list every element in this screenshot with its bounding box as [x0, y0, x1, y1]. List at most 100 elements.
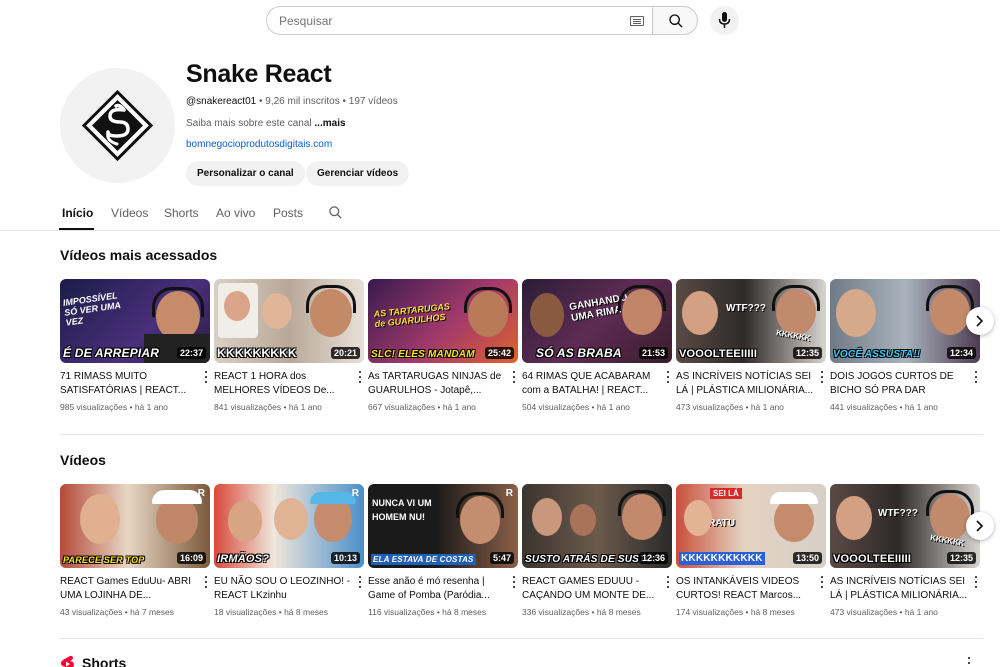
tab-posts[interactable]: Posts	[273, 206, 303, 220]
video-views: 985 visualizações	[60, 402, 128, 412]
video-views: 336 visualizações	[522, 607, 590, 617]
video-thumbnail[interactable]: SUSTO ATRÁS DE SUSTO! 12:36	[522, 484, 672, 568]
manage-videos-button[interactable]: Gerenciar vídeos	[306, 161, 410, 186]
video-thumbnail[interactable]: IMPOSSÍVEL SÓ VER UMA VEZ É DE ARREPIAR …	[60, 279, 210, 363]
channel-external-link[interactable]: bomnegocioprodutosdigitais.com	[186, 139, 332, 150]
video-thumbnail[interactable]: GANHANDO UMA RIMA SÓ AS BRABA 21:53	[522, 279, 672, 363]
more-vert-icon[interactable]	[356, 576, 364, 590]
video-thumbnail[interactable]: R PARECE SER TOP 16:09	[60, 484, 210, 568]
video-thumbnail[interactable]: WTF??? KKKKKK VOOOLTEEIIIII 12:35	[676, 279, 826, 363]
tab-videos[interactable]: Vídeos	[111, 206, 148, 220]
video-title[interactable]: AS INCRÍVEIS NOTÍCIAS SEI LÁ | PLÁSTICA …	[830, 575, 980, 603]
video-card[interactable]: KKKKKKKKK 20:21 REACT 1 HORA dos MELHORE…	[214, 279, 364, 412]
video-title[interactable]: REACT Games EduUu- ABRI UMA LOJINHA DE..…	[60, 575, 210, 603]
video-card[interactable]: R PARECE SER TOP 16:09 REACT Games EduUu…	[60, 484, 210, 617]
section-title-videos: Vídeos	[60, 452, 106, 468]
video-card[interactable]: SEI LÁ TRATU KKKKKKKKKKK 13:50 OS INTANK…	[676, 484, 826, 617]
more-vert-icon[interactable]	[510, 576, 518, 590]
video-meta: 18 visualizações • há 8 meses	[214, 607, 329, 617]
channel-watermark: R	[197, 488, 205, 499]
about-more-link[interactable]: ...mais	[314, 118, 345, 129]
more-vert-icon[interactable]	[965, 657, 973, 667]
video-meta: 667 visualizações • há 1 ano	[368, 402, 476, 412]
more-vert-icon[interactable]	[356, 371, 364, 385]
more-vert-icon[interactable]	[818, 576, 826, 590]
video-title[interactable]: 71 RIMASS MUITO SATISFATÓRIAS | REACT...	[60, 370, 210, 398]
thumbnail-caption: PARECE SER TOP	[63, 555, 145, 565]
more-vert-icon[interactable]	[664, 371, 672, 385]
channel-about[interactable]: Saiba mais sobre este canal ...mais	[186, 118, 346, 129]
carousel-next-button[interactable]	[966, 307, 994, 335]
more-vert-icon[interactable]	[972, 371, 980, 385]
video-thumbnail[interactable]: WTF??? KKKKKK VOOOLTEEIIIII 12:35	[830, 484, 980, 568]
more-vert-icon[interactable]	[972, 576, 980, 590]
video-age: há 1 ano	[134, 402, 168, 412]
more-vert-icon[interactable]	[510, 371, 518, 385]
video-thumbnail[interactable]: AS TARTARUGAS de GUARULHOS SLC! ELES MAN…	[368, 279, 518, 363]
channel-name: Snake React	[186, 60, 332, 88]
video-thumbnail[interactable]: VOCÊ ASSUSTA!! 12:34	[830, 279, 980, 363]
thumbnail-face	[836, 289, 876, 337]
keyboard-icon[interactable]	[630, 16, 644, 26]
search-icon[interactable]	[328, 205, 343, 220]
more-vert-icon[interactable]	[202, 576, 210, 590]
channel-avatar[interactable]	[60, 68, 175, 183]
video-duration: 5:47	[489, 552, 514, 564]
customize-channel-button[interactable]: Personalizar o canal	[186, 161, 305, 186]
chevron-right-icon	[976, 520, 984, 532]
video-age: há 1 ano	[750, 402, 784, 412]
video-card[interactable]: IMPOSSÍVEL SÓ VER UMA VEZ É DE ARREPIAR …	[60, 279, 210, 412]
thumbnail-face	[80, 494, 120, 544]
thumbnail-caption: SUSTO ATRÁS DE SUSTO!	[525, 554, 657, 565]
channel-handle: @snakereact01	[186, 96, 257, 107]
tab-shorts[interactable]: Shorts	[164, 206, 199, 220]
carousel-next-button[interactable]	[966, 512, 994, 540]
more-vert-icon[interactable]	[202, 371, 210, 385]
video-age: há 1 ano	[904, 402, 938, 412]
video-card[interactable]: WTF??? KKKKKK VOOOLTEEIIIII 12:35 AS INC…	[676, 279, 826, 412]
video-title[interactable]: AS INCRÍVEIS NOTÍCIAS SEI LÁ | PLÁSTICA …	[676, 370, 826, 398]
active-tab-indicator	[59, 228, 94, 230]
mic-icon	[718, 12, 731, 28]
thumbnail-caption: ELA ESTAVA DE COSTAS	[371, 554, 476, 565]
voice-search-button[interactable]	[710, 6, 739, 35]
video-card[interactable]: VOCÊ ASSUSTA!! 12:34 DOIS JOGOS CURTOS D…	[830, 279, 980, 412]
video-title[interactable]: OS INTANKÁVEIS VIDEOS CURTOS! REACT Marc…	[676, 575, 826, 603]
video-meta: 43 visualizações • há 7 meses	[60, 607, 175, 617]
search-input[interactable]	[279, 14, 609, 28]
video-thumbnail[interactable]: R IRMÃOS? 10:13	[214, 484, 364, 568]
thumbnail-headset	[926, 285, 974, 311]
video-thumbnail[interactable]: KKKKKKKKK 20:21	[214, 279, 364, 363]
tab-live[interactable]: Ao vivo	[216, 206, 255, 220]
video-views: 841 visualizações	[214, 402, 282, 412]
video-card[interactable]: SUSTO ATRÁS DE SUSTO! 12:36 REACT GAMES …	[522, 484, 672, 617]
video-title[interactable]: DOIS JOGOS CURTOS DE BICHO SÓ PRA DAR SU…	[830, 370, 980, 398]
thumbnail-caption: SLC! ELES MANDAM	[371, 349, 475, 360]
more-vert-icon[interactable]	[818, 371, 826, 385]
search-box[interactable]	[266, 6, 653, 35]
video-thumbnail[interactable]: NUNCA VI UM HOMEM NU! R ELA ESTAVA DE CO…	[368, 484, 518, 568]
thumbnail-headset	[772, 285, 820, 311]
video-title[interactable]: EU NÃO SOU O LEOZINHO! - REACT LKzinhu	[214, 575, 364, 603]
more-vert-icon[interactable]	[664, 576, 672, 590]
video-duration: 16:09	[176, 552, 206, 564]
video-title[interactable]: REACT 1 HORA dos MELHORES VÍDEOS De...	[214, 370, 364, 398]
video-title[interactable]: 64 RIMAS QUE ACABARAM com a BATALHA! | R…	[522, 370, 672, 398]
video-card[interactable]: R IRMÃOS? 10:13 EU NÃO SOU O LEOZINHO! -…	[214, 484, 364, 617]
video-card[interactable]: GANHANDO UMA RIMA SÓ AS BRABA 21:53 64 R…	[522, 279, 672, 412]
video-duration: 12:36	[638, 552, 668, 564]
video-card[interactable]: WTF??? KKKKKK VOOOLTEEIIIII 12:35 AS INC…	[830, 484, 980, 617]
video-title[interactable]: As TARTARUGAS NINJAS de GUARULHOS - Jota…	[368, 370, 518, 398]
thumbnail-face	[228, 500, 262, 542]
video-title[interactable]: REACT GAMES EDUUU - CAÇANDO UM MONTE DE.…	[522, 575, 672, 603]
tab-home[interactable]: Início	[62, 206, 93, 220]
search-button[interactable]	[652, 6, 698, 35]
video-meta: 174 visualizações • há 8 meses	[676, 607, 795, 617]
video-duration: 10:13	[330, 552, 360, 564]
video-title[interactable]: Esse anão é mó resenha | Game of Pomba (…	[368, 575, 518, 603]
latest-videos-row: R PARECE SER TOP 16:09 REACT Games EduUu…	[60, 484, 985, 624]
video-card[interactable]: AS TARTARUGAS de GUARULHOS SLC! ELES MAN…	[368, 279, 518, 412]
video-age: há 1 ano	[288, 402, 322, 412]
video-thumbnail[interactable]: SEI LÁ TRATU KKKKKKKKKKK 13:50	[676, 484, 826, 568]
video-card[interactable]: NUNCA VI UM HOMEM NU! R ELA ESTAVA DE CO…	[368, 484, 518, 617]
